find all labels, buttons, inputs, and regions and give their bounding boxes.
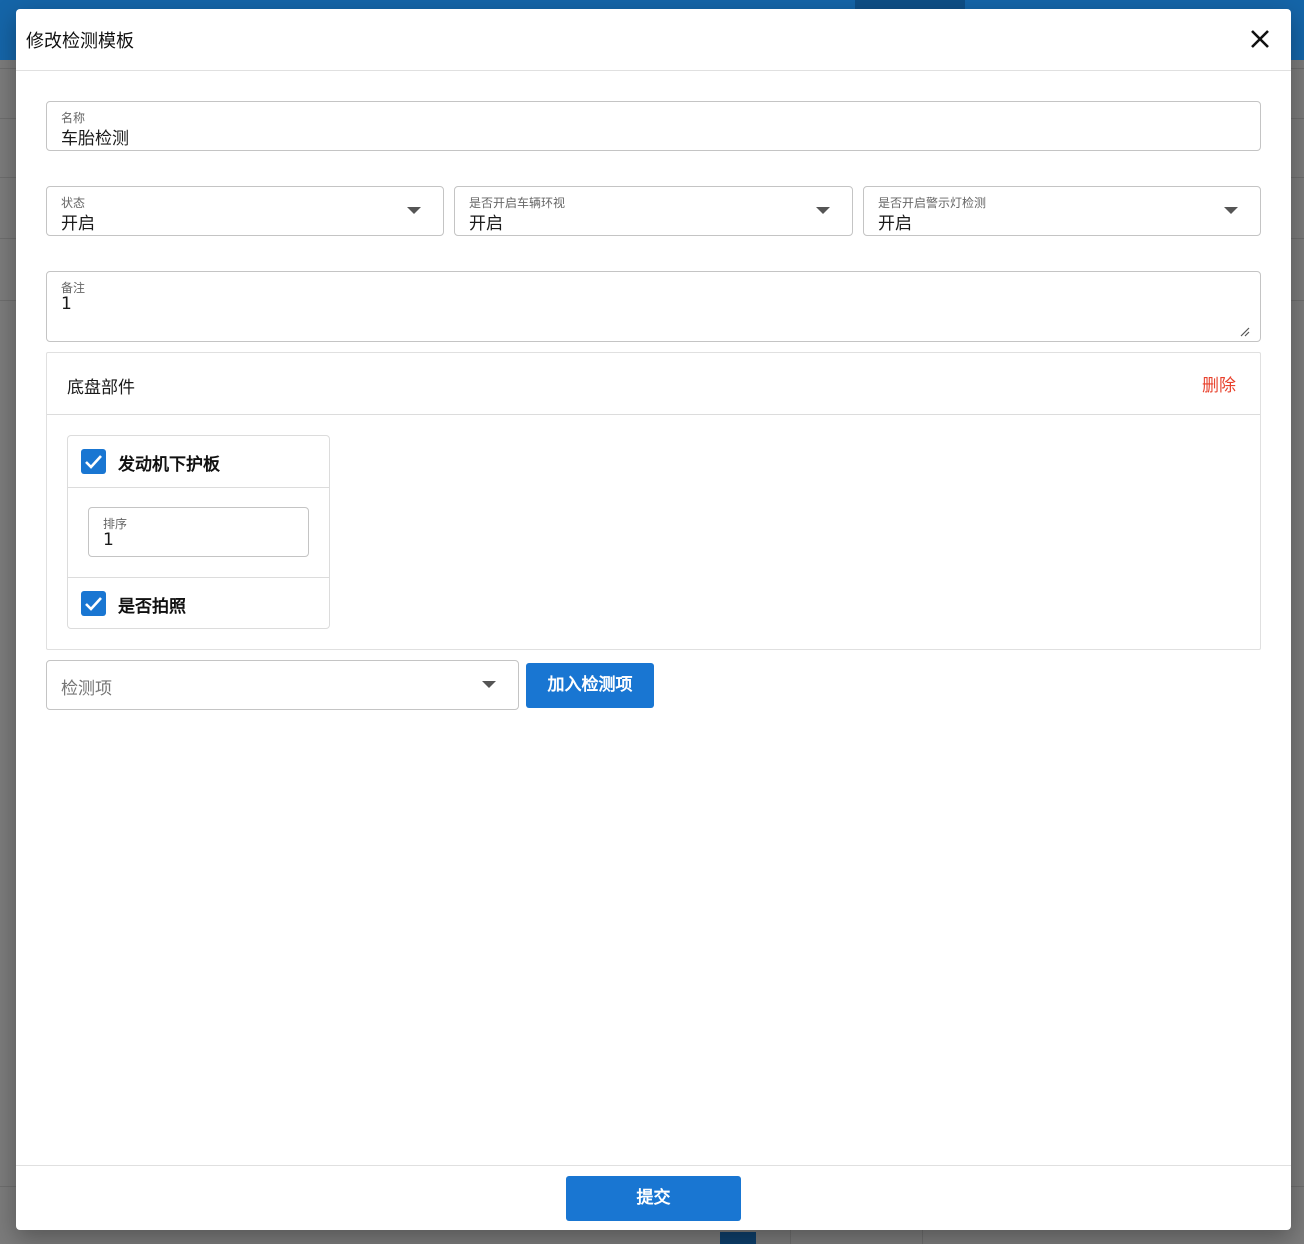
photo-checkbox[interactable] <box>81 591 106 616</box>
remark-textarea[interactable]: 备注 1 <box>46 271 1261 342</box>
checkmark-icon <box>85 455 102 469</box>
dropdown-arrow-icon <box>482 681 496 688</box>
add-inspection-item-button[interactable]: 加入检测项 <box>526 663 654 708</box>
submit-button[interactable]: 提交 <box>566 1176 741 1221</box>
item-checkbox[interactable] <box>81 449 106 474</box>
close-icon <box>1251 30 1269 48</box>
edit-template-dialog: 修改检测模板 名称 车胎检测 状态 开启 是否开启车辆环视 开启 是否开启警示灯… <box>16 9 1291 1230</box>
status-select[interactable]: 状态 开启 <box>46 186 444 236</box>
item-header-row: 发动机下护板 <box>68 436 329 488</box>
remark-value: 1 <box>61 294 72 314</box>
surround-view-select[interactable]: 是否开启车辆环视 开启 <box>454 186 853 236</box>
dropdown-arrow-icon <box>407 207 421 214</box>
dialog-footer-divider <box>16 1165 1291 1166</box>
order-value: 1 <box>103 530 114 550</box>
name-field[interactable]: 名称 车胎检测 <box>46 101 1261 151</box>
checkmark-icon <box>85 597 102 611</box>
warning-light-select[interactable]: 是否开启警示灯检测 开启 <box>863 186 1261 236</box>
close-button[interactable] <box>1244 23 1276 55</box>
section-title: 底盘部件 <box>67 378 135 398</box>
name-value: 车胎检测 <box>61 129 129 149</box>
dropdown-arrow-icon <box>816 207 830 214</box>
photo-row: 是否拍照 <box>68 577 329 629</box>
resize-grip-icon[interactable] <box>1240 327 1250 337</box>
surround-view-value: 开启 <box>469 214 503 234</box>
status-value: 开启 <box>61 214 95 234</box>
delete-section-button[interactable]: 删除 <box>1202 371 1236 396</box>
dialog-header: 修改检测模板 <box>16 9 1291 71</box>
inspection-item-placeholder: 检测项 <box>61 679 112 699</box>
dropdown-arrow-icon <box>1224 207 1238 214</box>
chassis-section: 底盘部件 删除 发动机下护板 排序 1 是否拍照 <box>46 352 1261 650</box>
order-field[interactable]: 排序 1 <box>88 507 309 557</box>
section-header: 底盘部件 删除 <box>47 353 1260 415</box>
item-name: 发动机下护板 <box>118 455 220 475</box>
background-chip <box>720 1232 756 1244</box>
warning-light-value: 开启 <box>878 214 912 234</box>
dialog-title: 修改检测模板 <box>26 31 134 52</box>
inspection-item-card: 发动机下护板 排序 1 是否拍照 <box>67 435 330 629</box>
inspection-item-select[interactable]: 检测项 <box>46 660 519 710</box>
photo-label: 是否拍照 <box>118 597 186 617</box>
